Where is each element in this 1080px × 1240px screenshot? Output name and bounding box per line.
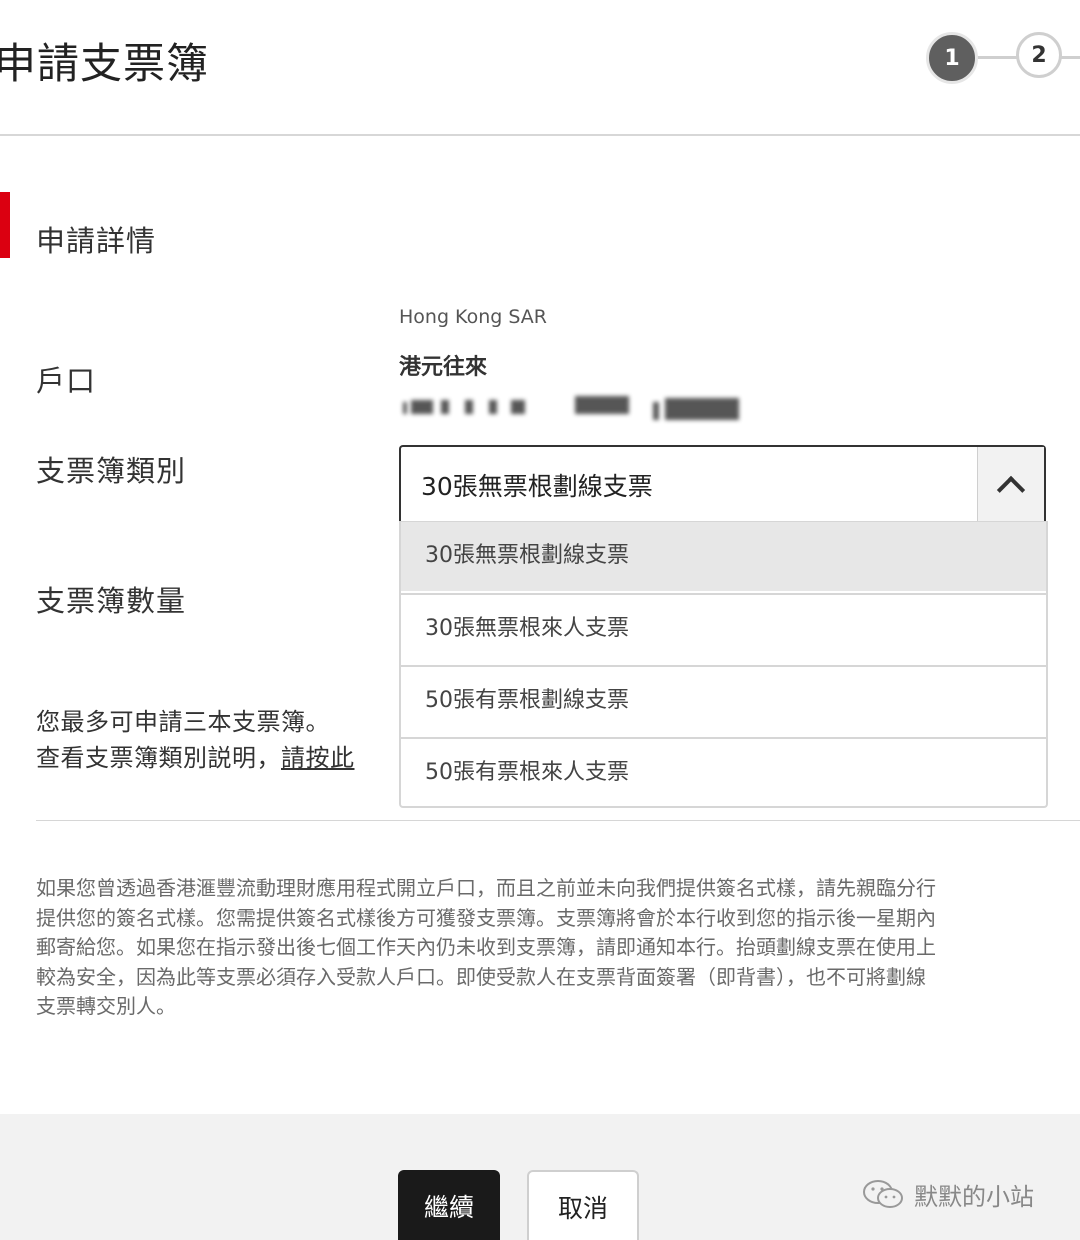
dropdown-toggle[interactable]: [977, 447, 1044, 523]
chequebook-type-selected-value: 30張無票根劃線支票: [421, 472, 653, 501]
account-label: 戶口: [36, 364, 97, 398]
chequebook-type-dropdown: 30張無票根劃線支票 30張無票根來人支票 50張有票根劃線支票 50張有票根來…: [399, 521, 1048, 808]
account-number-redacted: [399, 392, 749, 426]
type-explanation-link[interactable]: 請按此: [281, 744, 355, 772]
max-quantity-hint: 您最多可申請三本支票簿。: [36, 708, 330, 736]
divider: [36, 820, 1080, 821]
section-title: 申請詳情: [36, 224, 157, 258]
cancel-button[interactable]: 取消: [527, 1170, 639, 1240]
signature-notice: 如果您曾透過香港滙豐流動理財應用程式開立戶口，而且之前並未向我們提供簽名式樣，請…: [36, 874, 1080, 1022]
notice-line: 如果您曾透過香港滙豐流動理財應用程式開立戶口，而且之前並未向我們提供簽名式樣，請…: [36, 876, 936, 900]
notice-line: 支票轉交別人。: [36, 994, 176, 1018]
dropdown-option[interactable]: 50張有票根來人支票: [401, 737, 1046, 807]
progress-stepper: 1 2: [926, 32, 1080, 84]
step-1-indicator: 1: [926, 32, 978, 84]
chequebook-type-label: 支票簿類別: [36, 454, 187, 488]
type-explanation-hint: 查看支票簿類別説明，請按此: [36, 738, 355, 773]
watermark: 默默的小站: [862, 1174, 1034, 1214]
section-accent-bar: [0, 192, 10, 258]
footer-bar: 繼續 取消 默默的小站: [0, 1114, 1080, 1240]
dropdown-option[interactable]: 50張有票根劃線支票: [401, 665, 1046, 735]
wechat-icon: [862, 1177, 906, 1211]
notice-line: 較為安全，因為此等支票必須存入受款人戶口。即使受款人在支票背面簽署（即背書），也…: [36, 964, 926, 989]
type-explanation-prefix: 查看支票簿類別説明，: [36, 744, 281, 772]
account-region: Hong Kong SAR: [399, 306, 547, 328]
page-title: 申請支票簿: [0, 39, 210, 88]
step-2-indicator: 2: [1016, 32, 1062, 78]
header: 申請支票簿 1 2: [0, 0, 1080, 136]
page: 申請支票簿 1 2 申請詳情 戶口 Hong Kong SAR 港元往來 支票簿…: [0, 0, 1080, 1240]
account-type: 港元往來: [399, 355, 488, 380]
dropdown-option[interactable]: 30張無票根劃線支票: [401, 521, 1046, 591]
chequebook-type-select[interactable]: 30張無票根劃線支票: [399, 445, 1046, 523]
continue-button[interactable]: 繼續: [398, 1170, 500, 1240]
chevron-up-icon: [996, 475, 1026, 505]
notice-line: 提供您的簽名式樣。您需提供簽名式樣後方可獲發支票簿。支票簿將會於本行收到您的指示…: [36, 905, 936, 930]
dropdown-option[interactable]: 30張無票根來人支票: [401, 593, 1046, 663]
watermark-text: 默默的小站: [914, 1182, 1034, 1211]
chequebook-quantity-label: 支票簿數量: [36, 584, 187, 618]
notice-line: 郵寄給您。如果您在指示發出後七個工作天內仍未收到支票簿，請即通知本行。抬頭劃線支…: [36, 935, 936, 959]
